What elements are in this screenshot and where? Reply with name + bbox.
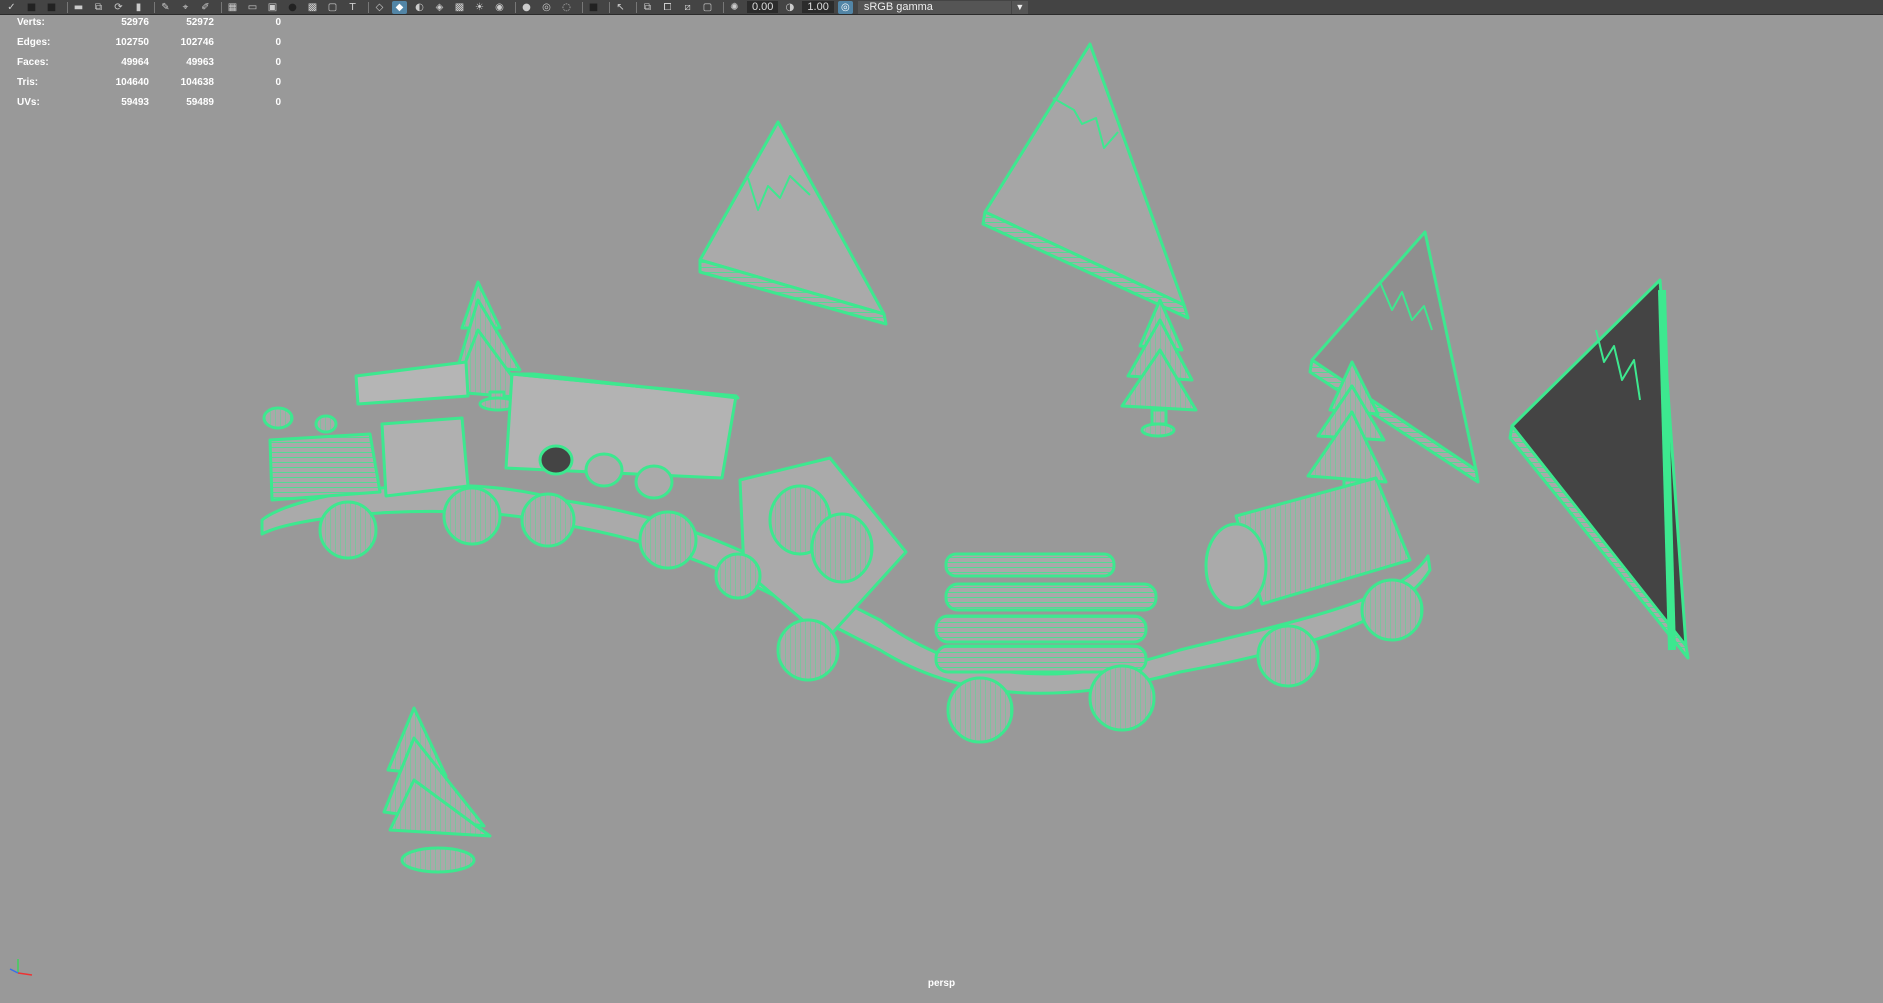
tree-4 xyxy=(382,706,492,874)
hud-value-selected: 52972 xyxy=(186,17,214,28)
grid-icon[interactable]: ▦ xyxy=(225,1,240,14)
camera-attributes-icon[interactable]: ■ xyxy=(44,1,59,14)
hud-value-extra: 0 xyxy=(275,17,281,28)
toolbar-separator xyxy=(515,1,516,13)
resolution-gate-icon[interactable]: ▣ xyxy=(265,1,280,14)
color-space-dropdown[interactable]: sRGB gamma ▼ xyxy=(857,0,1028,14)
toolbar-separator xyxy=(582,1,583,13)
shadows-icon[interactable]: ☀ xyxy=(472,1,487,14)
use-lights-icon[interactable]: ▩ xyxy=(452,1,467,14)
tree-2 xyxy=(1120,298,1198,438)
backface-culling-icon[interactable]: ⧄ xyxy=(680,1,695,14)
default-material-icon[interactable]: ◐ xyxy=(412,1,427,14)
smooth-shade-icon[interactable]: ◆ xyxy=(392,0,407,14)
hud-value-total: 102750 xyxy=(115,37,149,48)
hud-value-selected: 102746 xyxy=(180,37,214,48)
isolate-select-icon[interactable]: ■ xyxy=(586,1,601,14)
hud-value-total: 52976 xyxy=(121,17,149,28)
depth-of-field-icon[interactable]: ◌ xyxy=(559,1,574,14)
select-mode-icon[interactable]: ✓ xyxy=(4,1,19,14)
2d-pan-zoom-icon[interactable]: ⌖ xyxy=(178,1,193,14)
color-space-value: sRGB gamma xyxy=(863,0,933,13)
mountain-sign-1 xyxy=(698,120,888,326)
toolbar-separator xyxy=(609,1,610,13)
hud-value-selected: 104638 xyxy=(180,77,214,88)
hud-value-total: 59493 xyxy=(121,97,149,108)
log-car xyxy=(934,552,1158,674)
locomotive xyxy=(262,360,470,502)
view-transform-icon[interactable]: ⟳ xyxy=(111,1,126,14)
motion-blur-icon[interactable]: ● xyxy=(519,1,534,14)
textured-icon[interactable]: ◈ xyxy=(432,1,447,14)
toolbar-separator xyxy=(636,1,637,13)
hud-value-extra: 0 xyxy=(275,77,281,88)
color-management-icon[interactable]: ◎ xyxy=(837,0,853,14)
hud-value-selected: 49963 xyxy=(186,57,214,68)
safe-action-icon[interactable]: ▢ xyxy=(325,1,340,14)
hud-row-verts: Verts: 52976 52972 0 xyxy=(17,17,281,37)
viewport-toolbar: ✓ ■ ■ ▬ ⧉ ⟳ ▮ ✎ ⌖ ✐ ▦ ▭ ▣ ● ▩ ▢ T ◇ ◆ ◐ … xyxy=(0,0,1883,15)
anti-aliasing-icon[interactable]: ◎ xyxy=(539,1,554,14)
grease-pencil-icon[interactable]: ✎ xyxy=(158,1,173,14)
toolbar-separator xyxy=(154,1,155,13)
box-car xyxy=(738,456,908,642)
gamma-field[interactable]: 1.00 xyxy=(802,1,834,13)
toolbar-separator xyxy=(368,1,369,13)
toolbar-separator xyxy=(221,1,222,13)
hud-row-uvs: UVs: 59493 59489 0 xyxy=(17,97,281,117)
select-camera-icon[interactable]: ■ xyxy=(24,1,39,14)
hud-value-extra: 0 xyxy=(275,97,281,108)
xray-icon[interactable]: ↖ xyxy=(613,1,628,14)
hud-label: UVs: xyxy=(17,97,40,108)
hud-value-selected: 59489 xyxy=(186,97,214,108)
camera-icon[interactable]: ▬ xyxy=(71,1,86,14)
film-gate-icon[interactable]: ▭ xyxy=(245,1,260,14)
hud-value-total: 49964 xyxy=(121,57,149,68)
safe-title-icon[interactable]: T xyxy=(345,1,360,14)
passenger-car xyxy=(504,372,740,500)
hud-value-extra: 0 xyxy=(275,57,281,68)
xray-active-icon[interactable]: ⧠ xyxy=(660,1,675,14)
hud-row-faces: Faces: 49964 49963 0 xyxy=(17,57,281,77)
toolbar-separator xyxy=(67,1,68,13)
image-plane-icon[interactable]: ⧉ xyxy=(91,1,106,14)
toolbar-separator xyxy=(723,1,724,13)
mountain-sign-2 xyxy=(981,42,1190,320)
hud-label: Edges: xyxy=(17,37,51,48)
gamma-icon[interactable]: ◑ xyxy=(782,1,797,14)
poly-count-hud: Verts: 52976 52972 0 Edges: 102750 10274… xyxy=(17,17,281,117)
hud-icon[interactable]: ▢ xyxy=(700,1,715,14)
view-axis-icon xyxy=(9,959,33,976)
pencil-icon[interactable]: ✐ xyxy=(198,1,213,14)
hud-label: Tris: xyxy=(17,77,39,88)
hud-label: Verts: xyxy=(17,17,45,28)
field-chart-icon[interactable]: ▩ xyxy=(305,1,320,14)
ambient-occlusion-icon[interactable]: ◉ xyxy=(492,1,507,14)
hud-value-extra: 0 xyxy=(275,37,281,48)
hud-row-tris: Tris: 104640 104638 0 xyxy=(17,77,281,97)
exposure-field[interactable]: 0.00 xyxy=(747,1,779,13)
chevron-down-icon[interactable]: ▼ xyxy=(1010,0,1028,14)
scene-render xyxy=(260,42,1690,874)
hud-row-edges: Edges: 102750 102746 0 xyxy=(17,37,281,57)
hud-value-total: 104640 xyxy=(115,77,149,88)
mountain-sign-4 xyxy=(1508,278,1690,660)
hud-label: Faces: xyxy=(17,57,49,68)
gate-mask-icon[interactable]: ● xyxy=(285,1,300,14)
xray-joints-icon[interactable]: ⧉ xyxy=(640,1,655,14)
3d-viewport[interactable] xyxy=(0,16,1883,998)
wireframe-icon[interactable]: ◇ xyxy=(372,1,387,14)
camera-name-label: persp xyxy=(927,978,956,989)
exposure-icon[interactable]: ✺ xyxy=(727,1,742,14)
bookmark-icon[interactable]: ▮ xyxy=(131,1,146,14)
